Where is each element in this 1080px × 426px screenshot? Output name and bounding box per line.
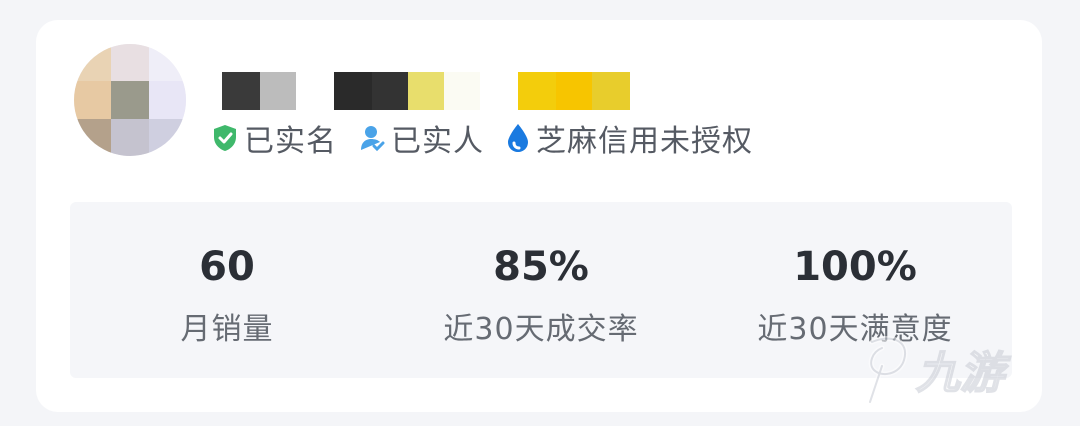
badge-real-name-label: 已实名 — [244, 124, 337, 159]
stat-monthly-sales-value: 60 — [199, 244, 255, 290]
badge-real-person: 已实人 — [359, 116, 484, 160]
user-check-icon — [361, 126, 385, 152]
avatar[interactable] — [74, 44, 186, 156]
seller-name-mosaic — [222, 72, 630, 110]
stat-deal-rate-value: 85% — [493, 244, 589, 290]
shield-check-icon — [214, 125, 236, 151]
badge-sesame-credit-label: 芝麻信用未授权 — [536, 124, 753, 159]
verification-badges: 已实名 已实人 芝麻信用未授权 — [212, 116, 775, 160]
stat-deal-rate: 85% 近30天成交率 — [384, 202, 698, 378]
stat-deal-rate-label: 近30天成交率 — [443, 312, 639, 347]
badge-real-person-label: 已实人 — [391, 124, 484, 159]
watermark-logo: 九游 — [867, 336, 1012, 405]
badge-real-name: 已实名 — [212, 116, 337, 160]
sesame-drop-icon — [508, 124, 528, 152]
watermark-text: 九游 — [916, 348, 1011, 399]
stat-satisfaction-value: 100% — [793, 244, 917, 290]
badge-sesame-credit: 芝麻信用未授权 — [506, 116, 753, 160]
stat-monthly-sales-label: 月销量 — [180, 312, 274, 347]
stat-monthly-sales: 60 月销量 — [70, 202, 384, 378]
